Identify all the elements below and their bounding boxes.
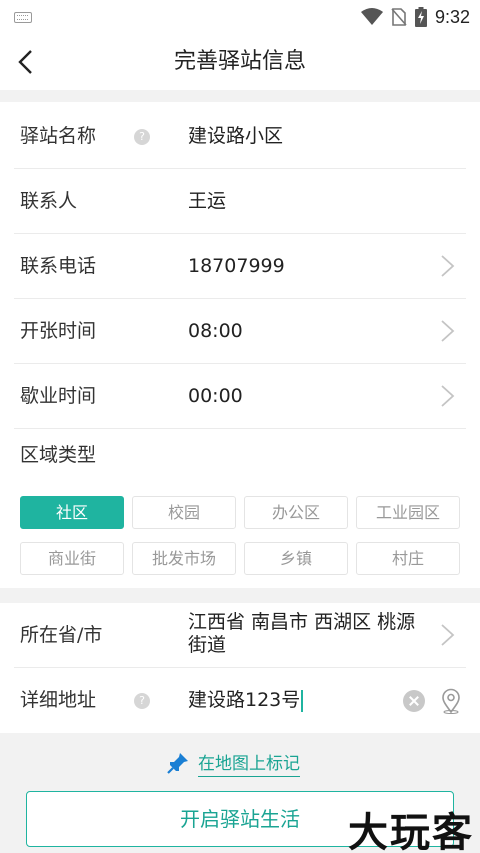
chevron-right-icon [441,624,455,646]
phone-row[interactable]: 联系电话 18707999 [14,234,466,299]
clock: 9:32 [434,6,470,27]
phone-label: 联系电话 [20,255,97,277]
nav-bar: 完善驿站信息 [0,34,480,90]
station-name-field[interactable]: 建设路小区 [188,104,283,169]
wifi-icon [360,8,383,25]
chevron-left-icon [18,50,32,74]
area-option-industrial-park[interactable]: 工业园区 [356,496,460,529]
area-option-wholesale-market[interactable]: 批发市场 [132,542,236,575]
detail-address-label: 详细地址 [20,689,97,711]
close-time-value[interactable]: 00:00 [188,364,243,429]
no-sim-icon [391,8,407,26]
close-time-label: 歇业时间 [20,385,97,407]
open-time-value[interactable]: 08:00 [188,299,243,364]
close-time-row[interactable]: 歇业时间 00:00 [14,364,466,429]
open-station-button[interactable]: 开启驿站生活 [26,791,454,847]
status-icons: 9:32 [360,5,470,29]
back-button[interactable] [6,42,46,82]
chevron-right-icon [441,385,455,407]
detail-address-row: 详细地址 ? 建设路123号 [14,668,466,733]
detail-address-input[interactable]: 建设路123号 [188,668,304,733]
phone-field[interactable]: 18707999 [188,234,285,299]
clear-icon[interactable] [403,690,425,712]
open-time-label: 开张时间 [20,320,97,342]
detail-address-text: 建设路123号 [188,689,301,711]
area-option-campus[interactable]: 校园 [132,496,236,529]
text-cursor [301,689,304,712]
mark-on-map-link[interactable]: 在地图上标记 [166,748,300,778]
status-bar: 9:32 [0,0,480,34]
province-city-value[interactable]: 江西省 南昌市 西湖区 桃源街道 [188,611,428,657]
help-icon[interactable]: ? [134,129,150,145]
contact-row[interactable]: 联系人 王运 [14,169,466,234]
battery-charging-icon [414,7,427,27]
area-option-office[interactable]: 办公区 [244,496,348,529]
province-city-label: 所在省/市 [20,624,103,646]
location-pin-icon[interactable] [440,688,462,714]
area-option-community[interactable]: 社区 [20,496,124,529]
area-option-commercial-street[interactable]: 商业街 [20,542,124,575]
chevron-right-icon [441,320,455,342]
area-option-village[interactable]: 村庄 [356,542,460,575]
contact-field[interactable]: 王运 [188,169,226,234]
pin-icon [167,753,188,774]
area-option-town[interactable]: 乡镇 [244,542,348,575]
station-name-row[interactable]: 驿站名称 ? 建设路小区 [14,104,466,169]
area-type-label: 区域类型 [20,444,97,466]
chevron-right-icon [441,255,455,277]
keyboard-icon [14,12,32,23]
open-time-row[interactable]: 开张时间 08:00 [14,299,466,364]
help-icon[interactable]: ? [134,693,150,709]
mark-on-map-label: 在地图上标记 [198,749,300,777]
station-name-label: 驿站名称 [20,125,97,147]
contact-label: 联系人 [20,190,78,212]
page-title: 完善驿站信息 [173,49,306,74]
